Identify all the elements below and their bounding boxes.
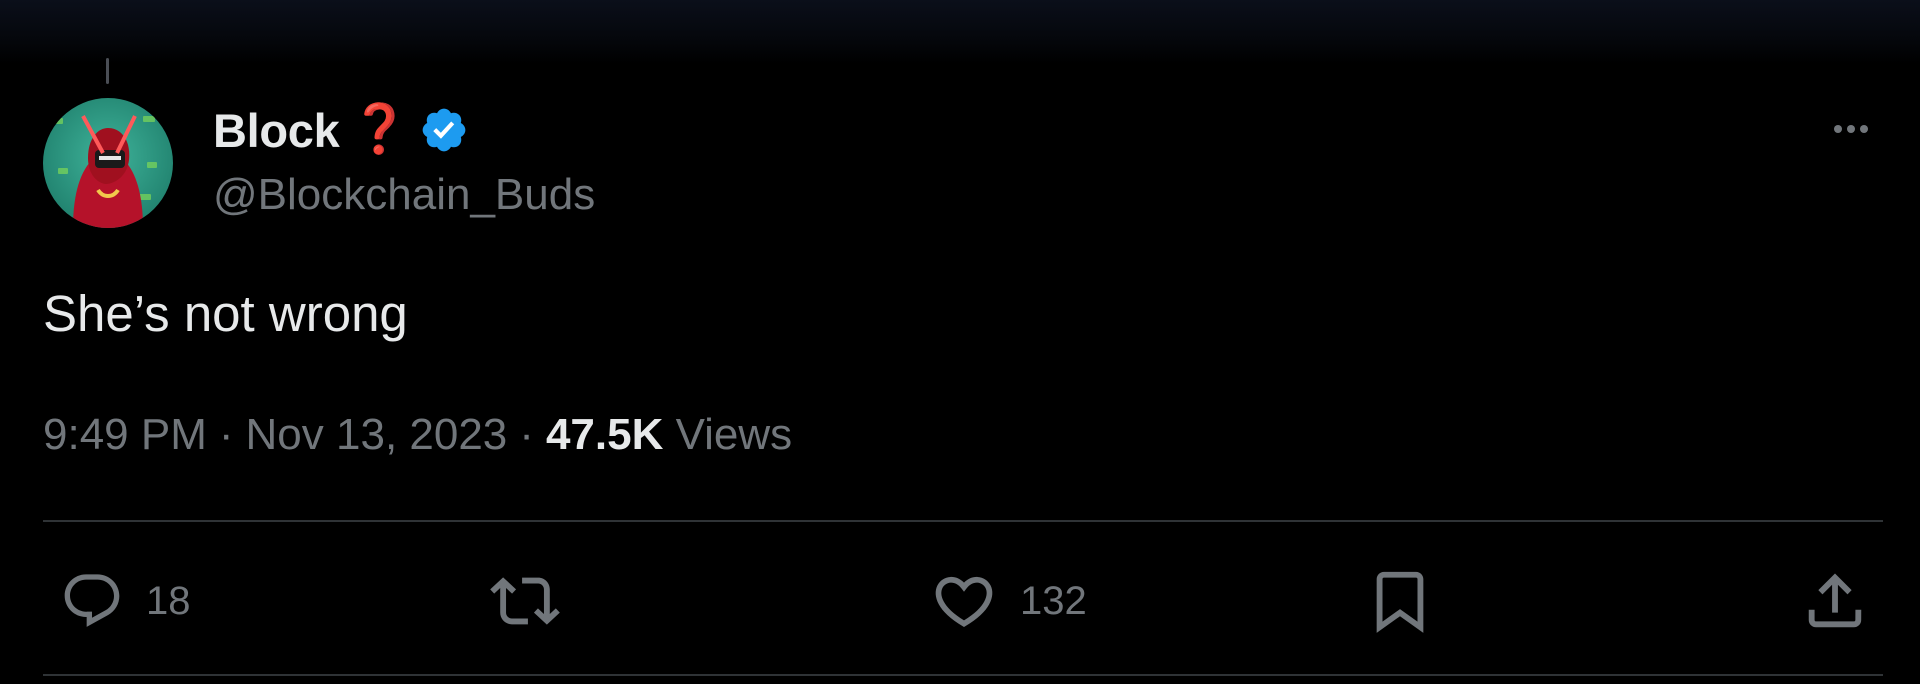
- tweet-meta: 9:49 PM · Nov 13, 2023 · 47.5K Views: [43, 410, 792, 460]
- reply-count: 18: [146, 578, 191, 623]
- more-dots-icon: [1834, 125, 1842, 133]
- question-mark-emoji: ❓: [349, 103, 410, 156]
- avatar-image: [43, 98, 173, 228]
- tweet-time[interactable]: 9:49 PM: [43, 410, 207, 460]
- bookmark-button[interactable]: [1365, 566, 1435, 636]
- more-options-button[interactable]: [1826, 114, 1876, 144]
- divider: [43, 674, 1883, 676]
- meta-separator: ·: [519, 410, 534, 459]
- author-name-row[interactable]: Block ❓: [213, 100, 469, 160]
- retweet-icon: [490, 577, 560, 625]
- reply-icon: [64, 574, 120, 627]
- display-name[interactable]: Block: [213, 103, 340, 158]
- verified-badge-icon[interactable]: [419, 105, 469, 155]
- more-dots-icon: [1860, 125, 1868, 133]
- author-handle[interactable]: @Blockchain_Buds: [213, 170, 595, 220]
- like-button[interactable]: 132: [930, 566, 1087, 636]
- thread-connector-line: [106, 58, 109, 84]
- meta-separator: ·: [218, 410, 234, 459]
- top-gradient: [0, 0, 1920, 64]
- share-button[interactable]: [1800, 566, 1870, 636]
- share-icon: [1808, 573, 1862, 628]
- divider: [43, 520, 1883, 522]
- tweet-text: She’s not wrong: [43, 285, 408, 342]
- like-count: 132: [1020, 578, 1087, 623]
- views-label[interactable]: Views: [676, 410, 793, 459]
- views-count[interactable]: 47.5K: [546, 410, 663, 459]
- retweet-button[interactable]: [490, 566, 582, 636]
- tweet-date[interactable]: Nov 13, 2023: [246, 410, 508, 460]
- avatar[interactable]: [43, 98, 173, 228]
- heart-icon: [935, 576, 993, 627]
- bookmark-icon: [1376, 571, 1424, 633]
- more-dots-icon: [1847, 125, 1855, 133]
- reply-button[interactable]: 18: [60, 566, 191, 636]
